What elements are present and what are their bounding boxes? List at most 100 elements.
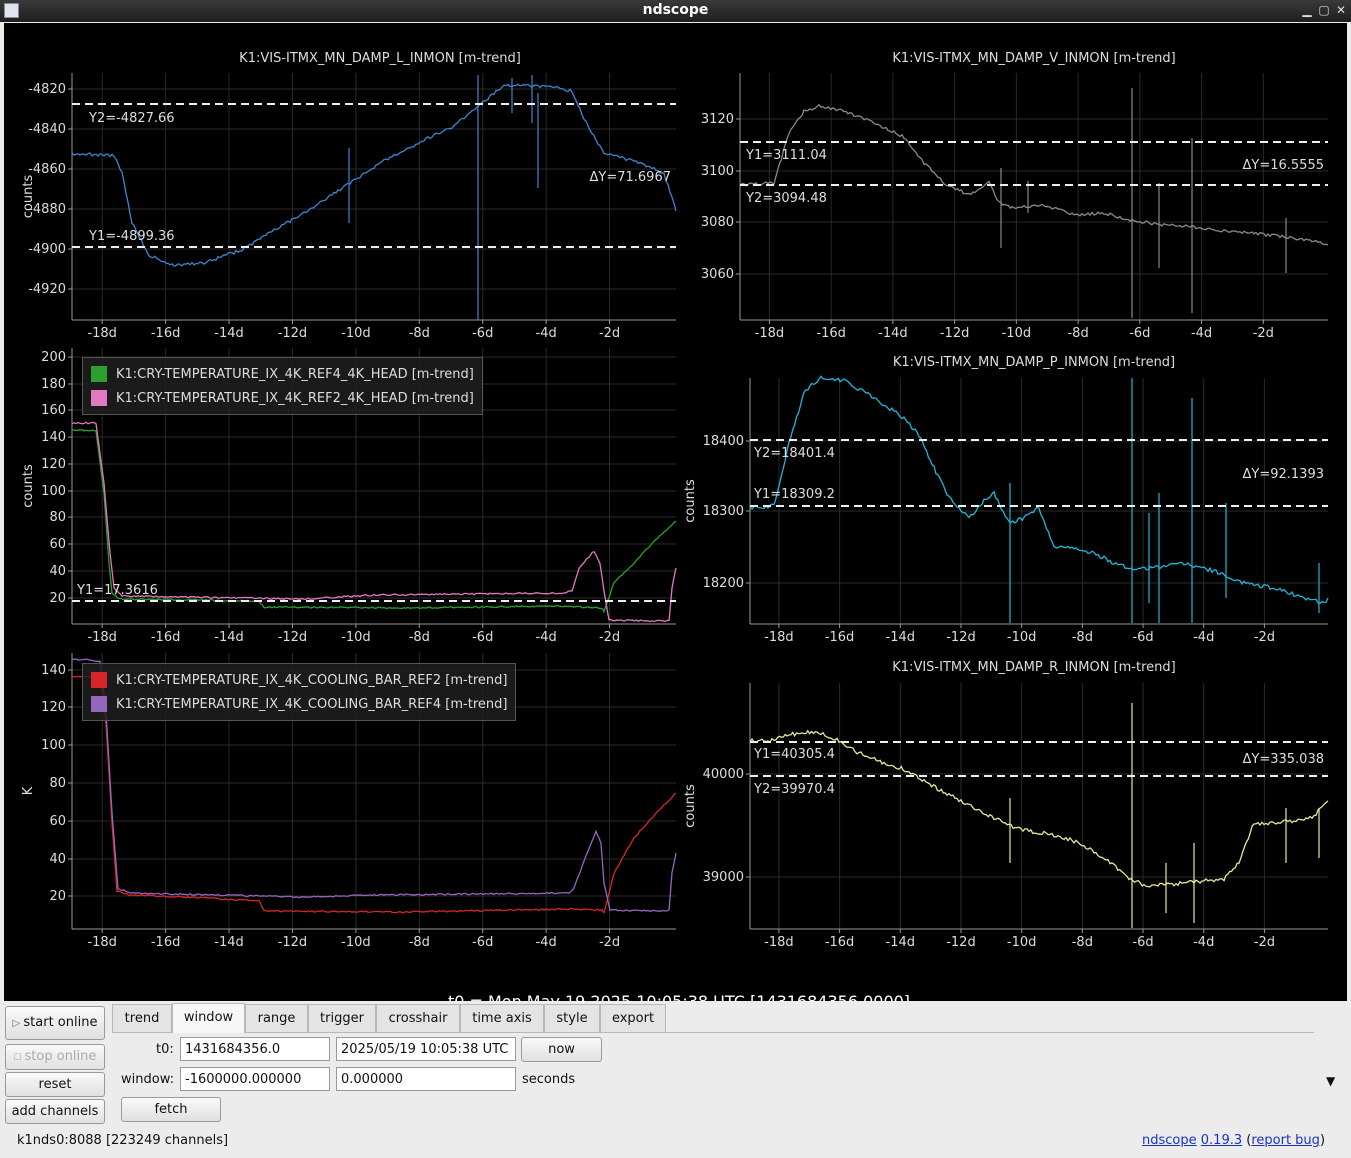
tab-time-axis[interactable]: time axis xyxy=(460,1004,544,1032)
t0-field-label: t0: xyxy=(156,1042,174,1057)
window-end-input[interactable] xyxy=(336,1067,516,1091)
x-tick-label: -6d xyxy=(1129,326,1150,341)
window-title: ndscope xyxy=(643,2,709,18)
legend-swatch xyxy=(91,672,107,688)
x-tick-label: -18d xyxy=(755,326,785,341)
y-tick-label: 120 xyxy=(41,457,66,472)
x-tick-label: -14d xyxy=(886,630,916,645)
y-tick-label: 80 xyxy=(49,776,66,791)
x-tick-label: -2d xyxy=(599,630,620,645)
x-tick-label: -10d xyxy=(1007,935,1037,950)
cursor-y1-label: Y1=18309.2 xyxy=(753,487,835,502)
y-tick-label: 60 xyxy=(49,537,66,552)
t0-gps-input[interactable] xyxy=(180,1037,330,1061)
x-tick-label: -14d xyxy=(878,326,908,341)
tab-window[interactable]: window xyxy=(172,1003,245,1033)
x-tick-label: -4d xyxy=(536,630,557,645)
legend-swatch xyxy=(91,366,107,382)
legend-4k-head: K1:CRY-TEMPERATURE_IX_4K_REF4_4K_HEAD [m… xyxy=(82,357,483,415)
y-tick-label: -4920 xyxy=(28,282,66,297)
plot-title-p: K1:VIS-ITMX_MN_DAMP_P_INMON [m-trend] xyxy=(893,355,1175,370)
cursor-y2-label: Y2=39970.4 xyxy=(753,782,835,797)
tab-style[interactable]: style xyxy=(544,1004,600,1032)
stop-online-label: stop online xyxy=(25,1049,97,1064)
legend-entry: K1:CRY-TEMPERATURE_IX_4K_COOLING_BAR_REF… xyxy=(91,668,507,692)
legend-label: K1:CRY-TEMPERATURE_IX_4K_COOLING_BAR_REF… xyxy=(116,673,507,688)
x-tick-label: -18d xyxy=(87,935,117,950)
x-tick-label: -16d xyxy=(825,630,855,645)
y-tick-label: 3080 xyxy=(701,215,734,230)
x-tick-label: -6d xyxy=(1132,935,1153,950)
legend-entry: K1:CRY-TEMPERATURE_IX_4K_REF2_4K_HEAD [m… xyxy=(91,386,474,410)
y-tick-label: 60 xyxy=(49,814,66,829)
x-tick-label: -8d xyxy=(1067,326,1088,341)
x-tick-label: -12d xyxy=(278,630,308,645)
x-tick-label: -2d xyxy=(599,935,620,950)
y-tick-label: 20 xyxy=(49,591,66,606)
legend-label: K1:CRY-TEMPERATURE_IX_4K_REF4_4K_HEAD [m… xyxy=(116,367,474,382)
x-tick-label: -10d xyxy=(1007,630,1037,645)
cursor-dy-label: ΔY=335.038 xyxy=(1243,752,1325,767)
x-tick-label: -16d xyxy=(151,935,181,950)
x-tick-label: -8d xyxy=(409,630,430,645)
ndscope-link[interactable]: ndscope xyxy=(1142,1133,1197,1148)
y-tick-label: 120 xyxy=(41,700,66,715)
y-axis-label: counts xyxy=(683,784,698,828)
cursor-y2-label: Y2=18401.4 xyxy=(753,446,835,461)
x-tick-label: -6d xyxy=(472,326,493,341)
x-tick-label: -12d xyxy=(278,935,308,950)
cursor-y1-label: Y1=40305.4 xyxy=(753,747,835,762)
cursor-dy-label: ΔY=71.6967 xyxy=(590,170,672,185)
y-tick-label: 160 xyxy=(41,403,66,418)
tab-trigger[interactable]: trigger xyxy=(308,1004,376,1032)
maximize-icon[interactable]: ▢ xyxy=(1316,2,1332,18)
server-address: k1nds0:8088 xyxy=(17,1133,102,1148)
x-tick-label: -12d xyxy=(940,326,970,341)
stop-online-button[interactable]: ☐ stop online xyxy=(5,1044,105,1070)
reset-button[interactable]: reset xyxy=(5,1072,105,1097)
status-app: ndscope 0.19.3 (report bug) xyxy=(1142,1133,1325,1148)
x-tick-label: -12d xyxy=(946,935,976,950)
y-tick-label: 40000 xyxy=(703,767,744,782)
x-tick-label: -2d xyxy=(599,326,620,341)
start-online-label: start online xyxy=(23,1015,97,1030)
x-tick-label: -14d xyxy=(214,935,244,950)
fetch-button[interactable]: fetch xyxy=(121,1097,221,1122)
x-tick-label: -18d xyxy=(764,630,794,645)
y-tick-label: 3060 xyxy=(701,267,734,282)
status-server: k1nds0:8088 [223249 channels] xyxy=(17,1133,228,1148)
y-axis-label: K xyxy=(21,786,36,795)
legend-label: K1:CRY-TEMPERATURE_IX_4K_REF2_4K_HEAD [m… xyxy=(116,391,474,406)
x-tick-label: -8d xyxy=(409,326,430,341)
t0-utc-input[interactable] xyxy=(336,1037,516,1061)
tab-export[interactable]: export xyxy=(600,1004,666,1032)
now-button[interactable]: now xyxy=(521,1037,602,1062)
report-bug-link[interactable]: report bug xyxy=(1251,1133,1320,1148)
minimize-icon[interactable]: ▁ xyxy=(1299,2,1315,18)
close-icon[interactable]: ✕ xyxy=(1333,2,1349,18)
y-tick-label: 18200 xyxy=(703,576,744,591)
plot-area[interactable]: -18d -16d -14d -12d -10d -8d -6d -4d -2d -4820 -48… xyxy=(4,23,1347,1001)
x-tick-label: -6d xyxy=(472,630,493,645)
y-tick-label: 140 xyxy=(41,663,66,678)
expand-panel-icon[interactable]: ▼ xyxy=(1326,1074,1335,1088)
cursor-y1-label: Y1=3111.04 xyxy=(745,148,827,163)
plot-title-v: K1:VIS-ITMX_MN_DAMP_V_INMON [m-trend] xyxy=(892,51,1175,66)
y-tick-label: 3100 xyxy=(701,164,734,179)
tab-trend[interactable]: trend xyxy=(112,1004,172,1032)
y-axis-label: counts xyxy=(21,175,36,219)
x-tick-label: -6d xyxy=(472,935,493,950)
window-start-input[interactable] xyxy=(180,1067,330,1091)
x-tick-label: -8d xyxy=(1072,935,1093,950)
x-tick-label: -8d xyxy=(1072,630,1093,645)
start-online-button[interactable]: ▷ start online xyxy=(5,1006,105,1040)
plots-canvas[interactable]: -18d -16d -14d -12d -10d -8d -6d -4d -2d -4820 -48… xyxy=(4,23,1347,1001)
y-tick-label: 200 xyxy=(41,350,66,365)
add-channels-button[interactable]: add channels xyxy=(5,1099,105,1124)
channel-count: [223249 channels] xyxy=(106,1133,228,1148)
tab-crosshair[interactable]: crosshair xyxy=(376,1004,460,1032)
version-link[interactable]: 0.19.3 xyxy=(1201,1133,1242,1148)
tab-range[interactable]: range xyxy=(245,1004,308,1032)
legend-cooling-bar: K1:CRY-TEMPERATURE_IX_4K_COOLING_BAR_REF… xyxy=(82,663,516,721)
x-tick-label: -16d xyxy=(151,326,181,341)
